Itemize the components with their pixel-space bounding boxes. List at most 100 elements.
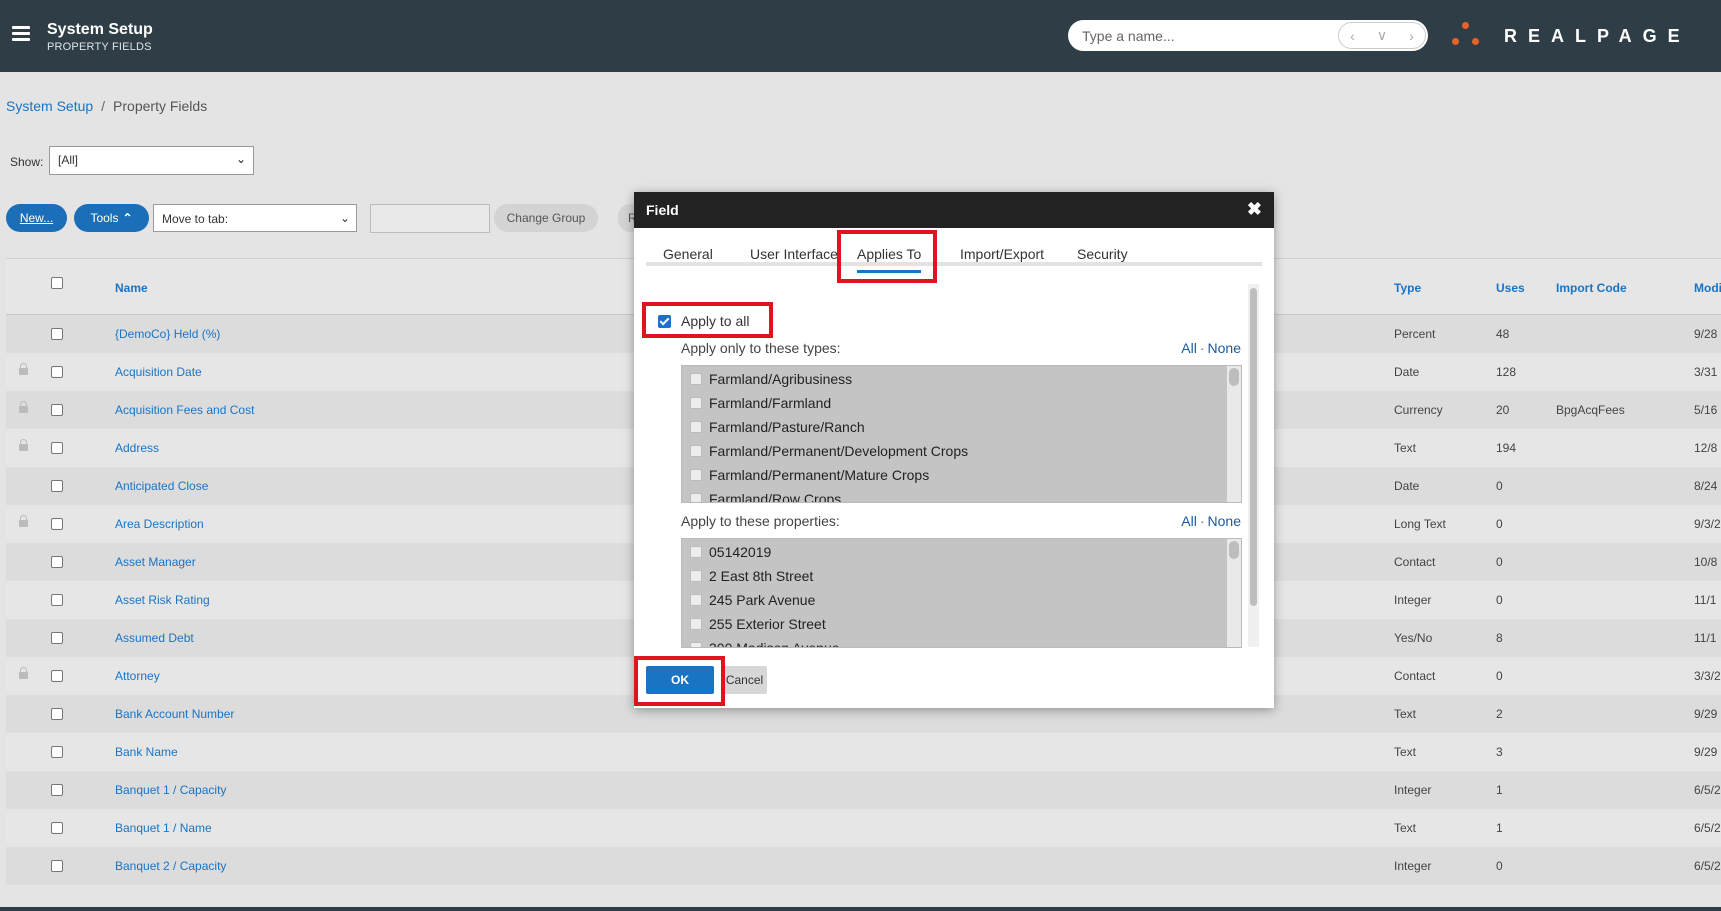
field-name-link[interactable]: Asset Manager: [115, 555, 196, 569]
column-uses[interactable]: Uses: [1496, 281, 1525, 295]
field-type: Text: [1394, 821, 1417, 835]
cancel-button[interactable]: Cancel: [722, 666, 767, 694]
field-type: Text: [1394, 745, 1417, 759]
column-name[interactable]: Name: [115, 281, 148, 295]
dialog-scrollbar[interactable]: [1248, 284, 1259, 647]
type-list-item[interactable]: Farmland/Row Crops: [682, 488, 1241, 502]
tab-user-interface[interactable]: User Interface: [750, 246, 838, 262]
type-checkbox[interactable]: [690, 397, 702, 409]
property-checkbox[interactable]: [690, 642, 702, 647]
tools-label: Tools: [90, 211, 119, 225]
table-row[interactable]: Banquet 1 / Capacity Integer 1 6/5/2: [6, 771, 1721, 809]
field-name-link[interactable]: Asset Risk Rating: [115, 593, 210, 607]
name-search-input[interactable]: [1082, 25, 1322, 47]
row-checkbox[interactable]: [51, 328, 63, 340]
column-type[interactable]: Type: [1394, 281, 1421, 295]
field-name-link[interactable]: Anticipated Close: [115, 479, 208, 493]
row-checkbox[interactable]: [51, 708, 63, 720]
column-import-code[interactable]: Import Code: [1556, 281, 1627, 295]
property-list-item[interactable]: 2 East 8th Street: [682, 565, 1241, 589]
row-checkbox[interactable]: [51, 746, 63, 758]
chevron-down-icon[interactable]: ∨: [1377, 27, 1387, 44]
group-input[interactable]: [370, 204, 490, 233]
row-checkbox[interactable]: [51, 404, 63, 416]
table-row[interactable]: Banquet 2 / Capacity Integer 0 6/5/2: [6, 847, 1721, 885]
property-checkbox[interactable]: [690, 618, 702, 630]
property-list-item[interactable]: 245 Park Avenue: [682, 589, 1241, 613]
field-modified: 9/29: [1694, 707, 1718, 721]
tab-security[interactable]: Security: [1077, 246, 1128, 262]
field-modified: 6/5/2: [1694, 783, 1721, 797]
change-group-button[interactable]: Change Group: [494, 204, 598, 232]
type-checkbox[interactable]: [690, 421, 702, 433]
type-checkbox[interactable]: [690, 469, 702, 481]
field-name-link[interactable]: Assumed Debt: [115, 631, 194, 645]
row-checkbox[interactable]: [51, 366, 63, 378]
row-checkbox[interactable]: [51, 556, 63, 568]
type-checkbox[interactable]: [690, 373, 702, 385]
tab-general[interactable]: General: [663, 246, 713, 262]
type-list-item[interactable]: Farmland/Agribusiness: [682, 368, 1241, 392]
type-list-item[interactable]: Farmland/Farmland: [682, 392, 1241, 416]
move-to-tab-select[interactable]: Move to tab: ⌄: [153, 204, 357, 232]
field-name-link[interactable]: Attorney: [115, 669, 160, 683]
field-name-link[interactable]: Acquisition Fees and Cost: [115, 403, 254, 417]
type-checkbox[interactable]: [690, 493, 702, 502]
column-modified[interactable]: Modi: [1694, 281, 1721, 295]
types-scrollbar[interactable]: [1227, 366, 1241, 502]
type-checkbox[interactable]: [690, 445, 702, 457]
property-checkbox[interactable]: [690, 546, 702, 558]
properties-scrollbar[interactable]: [1227, 539, 1241, 647]
chevron-left-icon[interactable]: ‹: [1350, 28, 1355, 44]
type-list-item[interactable]: Farmland/Permanent/Mature Crops: [682, 464, 1241, 488]
row-checkbox[interactable]: [51, 518, 63, 530]
row-checkbox[interactable]: [51, 784, 63, 796]
property-label: 245 Park Avenue: [709, 592, 816, 608]
types-listbox: Farmland/Agribusiness Farmland/Farmland Fa…: [681, 365, 1242, 503]
types-none-link[interactable]: None: [1208, 340, 1241, 356]
properties-none-link[interactable]: None: [1208, 513, 1241, 529]
row-checkbox[interactable]: [51, 442, 63, 454]
row-checkbox[interactable]: [51, 670, 63, 682]
property-checkbox[interactable]: [690, 570, 702, 582]
table-row[interactable]: Banquet 1 / Name Text 1 6/5/2: [6, 809, 1721, 847]
row-checkbox[interactable]: [51, 860, 63, 872]
type-list-item[interactable]: Farmland/Permanent/Development Crops: [682, 440, 1241, 464]
field-name-link[interactable]: Bank Name: [115, 745, 178, 759]
field-name-link[interactable]: Banquet 2 / Capacity: [115, 859, 226, 873]
type-list-item[interactable]: Farmland/Pasture/Ranch: [682, 416, 1241, 440]
property-list-item[interactable]: 255 Exterior Street: [682, 613, 1241, 637]
field-name-link[interactable]: Acquisition Date: [115, 365, 202, 379]
field-name-link[interactable]: {DemoCo} Held (%): [115, 327, 220, 341]
show-filter-select[interactable]: [All] ⌄: [49, 146, 254, 175]
close-icon[interactable]: ✖: [1247, 200, 1262, 218]
tab-import-export[interactable]: Import/Export: [960, 246, 1044, 262]
field-name-link[interactable]: Banquet 1 / Capacity: [115, 783, 226, 797]
types-all-link[interactable]: All: [1181, 340, 1197, 356]
table-row[interactable]: Bank Name Text 3 9/29: [6, 733, 1721, 771]
show-label: Show:: [10, 155, 44, 169]
breadcrumb-system-setup[interactable]: System Setup: [6, 98, 93, 114]
select-all-checkbox[interactable]: [51, 277, 63, 289]
field-name-link[interactable]: Area Description: [115, 517, 204, 531]
property-checkbox[interactable]: [690, 594, 702, 606]
property-list-item[interactable]: 05142019: [682, 541, 1241, 565]
type-label: Farmland/Pasture/Ranch: [709, 419, 865, 435]
chevron-down-icon: ⌄: [235, 152, 246, 166]
new-button[interactable]: New...: [6, 204, 67, 232]
property-label: 05142019: [709, 544, 772, 560]
chevron-right-icon[interactable]: ›: [1409, 28, 1414, 44]
hamburger-icon[interactable]: [12, 26, 30, 42]
row-checkbox[interactable]: [51, 632, 63, 644]
row-checkbox[interactable]: [51, 822, 63, 834]
field-modified: 12/8: [1694, 441, 1718, 455]
row-checkbox[interactable]: [51, 480, 63, 492]
property-list-item[interactable]: 300 Madison Avenue: [682, 637, 1241, 647]
row-checkbox[interactable]: [51, 594, 63, 606]
field-type: Currency: [1394, 403, 1443, 417]
properties-all-link[interactable]: All: [1181, 513, 1197, 529]
field-name-link[interactable]: Bank Account Number: [115, 707, 234, 721]
field-name-link[interactable]: Address: [115, 441, 159, 455]
tools-button[interactable]: Tools ⌃: [74, 204, 149, 232]
field-name-link[interactable]: Banquet 1 / Name: [115, 821, 212, 835]
